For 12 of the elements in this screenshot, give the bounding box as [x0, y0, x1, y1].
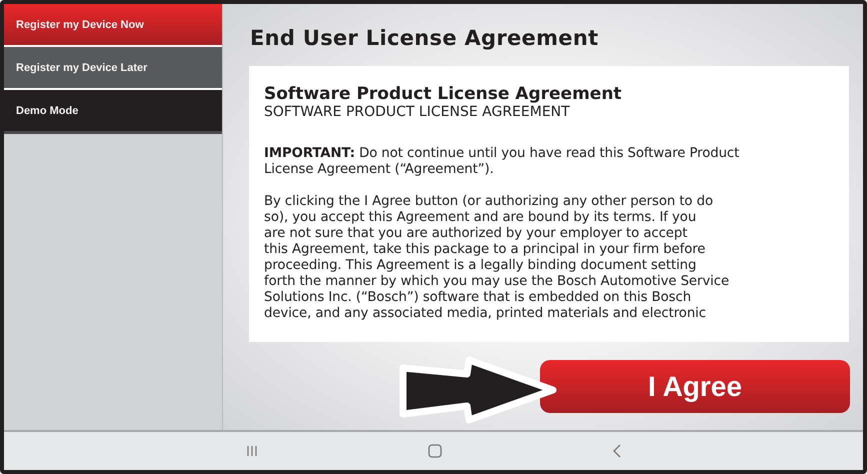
agreement-subheading: SOFTWARE PRODUCT LICENSE AGREEMENT — [264, 104, 571, 120]
menu-item[interactable]: Register my Device Now — [4, 4, 222, 47]
menu-item[interactable]: Register my Device Later — [4, 47, 222, 90]
agree-button[interactable]: I Agree — [540, 360, 850, 413]
agreement-heading: Software Product License Agreement — [264, 84, 623, 104]
home-icon[interactable] — [428, 444, 442, 458]
agreement-paragraph: By clicking the I Agree button (or authorizing any other person to do so), you accept this Agreement and are bound by its terms. If you are not sure that you are authorized by your employer to accept this Agreement, take this package to a principal in your firm before proceeding. This Agreement is a legally binding document setting forth the manner by which you may use the Bosch Automotive Service Solutions Inc. (“Bosch”) software that is embedded on this Bosch device, and any associated media, printed materials and electronic — [264, 194, 730, 322]
agreement-paragraph: IMPORTANT: Do not continue until you have read this Software Product License Agreement (“Agreement”). — [264, 146, 740, 178]
recent-apps-icon[interactable] — [246, 445, 258, 457]
menu-item[interactable]: Demo Mode — [4, 90, 222, 134]
back-icon[interactable] — [612, 444, 622, 458]
page-title: End User License Agreement — [250, 26, 600, 52]
